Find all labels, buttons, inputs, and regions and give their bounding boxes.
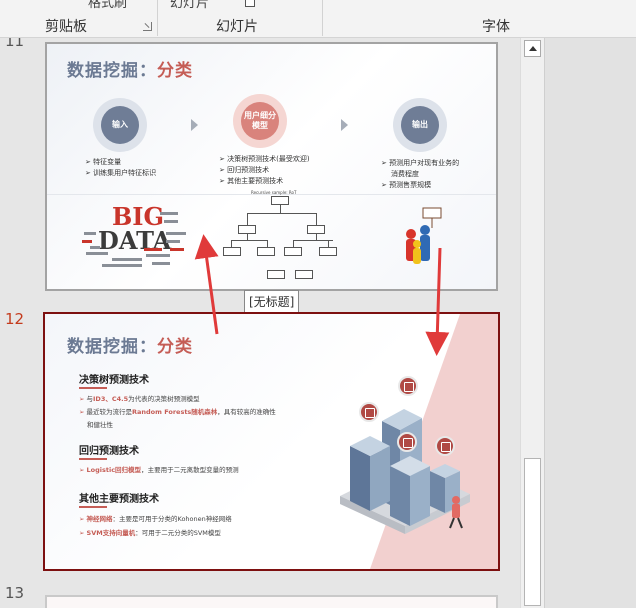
scroll-up-button[interactable] [524,40,541,57]
annotation-arrows [194,234,450,356]
group-label-clipboard: 剪贴板 [45,19,87,35]
ribbon-checkbox[interactable] [245,0,255,7]
group-label-font: 字体 [482,19,510,35]
editor-area-edge [544,38,636,608]
clipboard-launcher-icon[interactable] [143,22,152,31]
drag-arrow-up-icon [194,234,219,335]
vertical-scrollbar[interactable] [520,38,544,608]
group-label-slides: 幻灯片 [216,19,258,35]
slide-thumbnail-pane: 11 数据挖掘：分类 输入 用户细分模型 输出 特征变量 训练集用户特征标识 决… [0,38,520,608]
scrollbar-thumb[interactable] [524,458,541,606]
drag-arrow-down-icon [425,247,450,356]
new-slide-button[interactable]: 幻灯片 [170,0,209,11]
format-painter-button[interactable]: 格式刷 [88,0,127,11]
ribbon-divider [157,0,158,36]
ribbon: 格式刷 幻灯片 剪贴板 幻灯片 字体 [0,0,636,38]
ribbon-divider [322,0,323,36]
